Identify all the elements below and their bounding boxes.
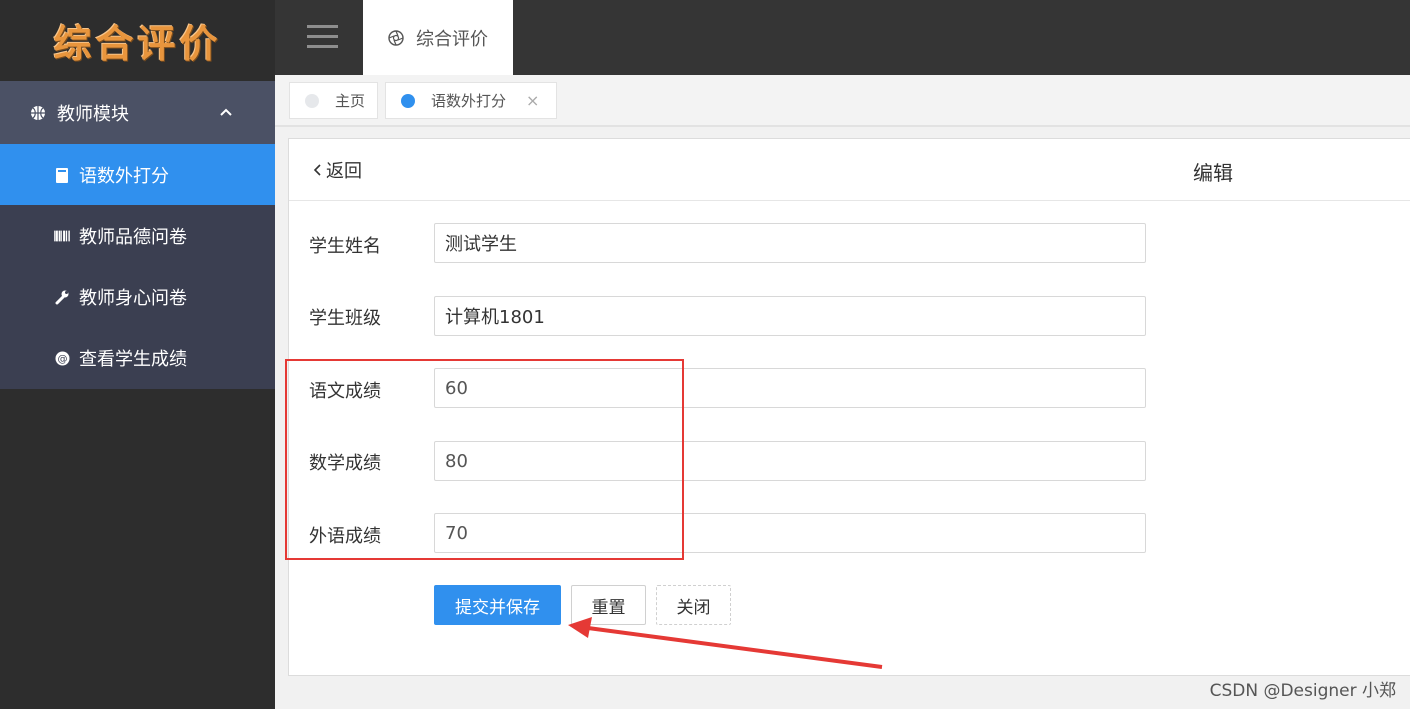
document-icon [54, 167, 70, 183]
sidebar-item-label: 教师品德问卷 [79, 227, 187, 248]
menu-toggle-icon[interactable] [307, 25, 338, 49]
page-tab-strip: 主页 语数外打分 × [275, 75, 1410, 127]
tab-score-entry[interactable]: 语数外打分 × [385, 82, 557, 119]
sidebar-item-view-scores[interactable]: @ 查看学生成绩 [0, 327, 275, 389]
student-name-input[interactable] [434, 223, 1146, 263]
sidebar-module-label: 教师模块 [57, 103, 129, 125]
sidebar-item-score-entry[interactable]: 语数外打分 [0, 144, 275, 206]
sidebar-item-label: 教师身心问卷 [79, 288, 187, 309]
sidebar-item-label: 查看学生成绩 [79, 349, 187, 370]
chevron-up-icon[interactable] [219, 105, 233, 119]
svg-text:@: @ [57, 354, 67, 365]
close-icon[interactable]: × [526, 91, 539, 110]
app-logo: 综合评价 [53, 22, 222, 66]
page-title: 编辑 [1193, 161, 1233, 185]
highlight-annotation [285, 359, 684, 560]
back-label: 返回 [326, 161, 362, 182]
submit-save-button[interactable]: 提交并保存 [434, 585, 561, 625]
sidebar-item-label: 语数外打分 [79, 166, 169, 187]
student-class-label: 学生班级 [309, 308, 381, 329]
wrench-icon [54, 289, 70, 305]
panel-header: 返回 编辑 [289, 139, 1410, 201]
top-tab-label: 综合评价 [416, 28, 488, 50]
tab-dot-icon [401, 93, 415, 108]
top-bar: 综合评价 [275, 0, 1410, 75]
reset-button[interactable]: 重置 [571, 585, 646, 625]
barcode-icon [54, 228, 70, 244]
sidebar-module-teacher[interactable]: 教师模块 [0, 81, 275, 144]
tab-dot-icon [305, 93, 319, 108]
tab-label: 主页 [335, 92, 366, 110]
sidebar-item-ethics-survey[interactable]: 教师品德问卷 [0, 205, 275, 267]
tab-label: 语数外打分 [431, 92, 507, 110]
back-link[interactable]: 返回 [312, 157, 362, 183]
student-name-label: 学生姓名 [309, 236, 381, 257]
chevron-left-icon [313, 164, 321, 176]
close-button[interactable]: 关闭 [656, 585, 731, 625]
top-tab-evaluation[interactable]: 综合评价 [363, 0, 513, 75]
watermark: CSDN @Designer 小郑 [1209, 681, 1396, 701]
basketball-icon [31, 105, 45, 120]
aperture-icon [388, 29, 404, 46]
at-icon: @ [54, 350, 70, 366]
student-class-input[interactable] [434, 296, 1146, 336]
tab-home[interactable]: 主页 [289, 82, 378, 119]
sidebar-item-health-survey[interactable]: 教师身心问卷 [0, 266, 275, 328]
